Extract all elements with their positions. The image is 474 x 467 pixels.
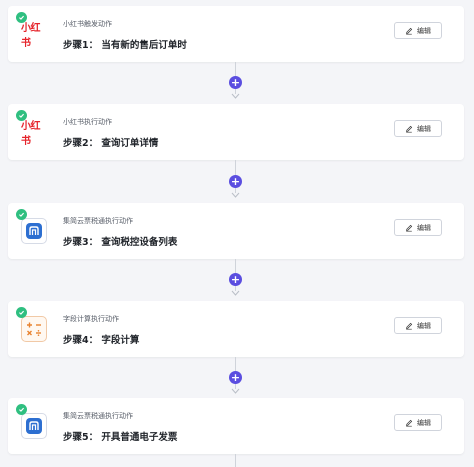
xiaohongshu-logo: 小红书 (21, 121, 41, 147)
step-card-1[interactable]: 小红书 小红书触发动作 步骤1： 当有新的售后订单时 编辑 (8, 6, 464, 62)
calculator-logo (21, 316, 47, 342)
add-step-button[interactable]: + (229, 175, 242, 188)
add-step-button[interactable]: + (229, 273, 242, 286)
edit-label: 编辑 (417, 321, 431, 330)
check-icon (16, 12, 27, 23)
arrow-down-icon (231, 290, 240, 296)
connector-line (235, 259, 236, 273)
check-icon (16, 307, 27, 318)
edit-button[interactable]: 编辑 (394, 22, 442, 39)
pencil-icon (406, 125, 413, 133)
step-subtitle: 小红书触发动作 (63, 20, 112, 28)
step-title: 步骤5： 开具普通电子发票 (63, 432, 178, 443)
add-step-button[interactable]: + (229, 76, 242, 89)
connector-line (235, 454, 236, 467)
edit-button[interactable]: 编辑 (394, 120, 442, 137)
step-card-5[interactable]: 集简云票税通执行动作 步骤5： 开具普通电子发票 编辑 (8, 398, 464, 454)
check-icon (16, 209, 27, 220)
jianyun-invoice-logo (21, 218, 47, 244)
edit-label: 编辑 (417, 418, 431, 427)
arrow-down-icon (231, 93, 240, 99)
step-card-2[interactable]: 小红书 小红书执行动作 步骤2： 查询订单详情 编辑 (8, 104, 464, 160)
connector-line (235, 160, 236, 175)
step-card-3[interactable]: 集简云票税通执行动作 步骤3： 查询税控设备列表 编辑 (8, 203, 464, 259)
step-subtitle: 小红书执行动作 (63, 118, 112, 126)
step-subtitle: 字段计算执行动作 (63, 315, 119, 323)
edit-label: 编辑 (417, 26, 431, 35)
pencil-icon (406, 224, 413, 232)
step-subtitle: 集简云票税通执行动作 (63, 412, 133, 420)
check-icon (16, 404, 27, 415)
connector-line (235, 62, 236, 76)
step-title: 步骤1： 当有新的售后订单时 (63, 40, 187, 51)
step-title: 步骤4： 字段计算 (63, 335, 140, 346)
pencil-icon (406, 27, 413, 35)
edit-label: 编辑 (417, 124, 431, 133)
edit-label: 编辑 (417, 223, 431, 232)
connector-line (235, 357, 236, 371)
step-subtitle: 集简云票税通执行动作 (63, 217, 133, 225)
step-title: 步骤2： 查询订单详情 (63, 138, 159, 149)
xiaohongshu-logo: 小红书 (21, 23, 41, 49)
edit-button[interactable]: 编辑 (394, 414, 442, 431)
add-step-button[interactable]: + (229, 371, 242, 384)
jianyun-invoice-logo (21, 413, 47, 439)
check-icon (16, 110, 27, 121)
arrow-down-icon (231, 192, 240, 198)
pencil-icon (406, 419, 413, 427)
arrow-down-icon (231, 388, 240, 394)
step-title: 步骤3： 查询税控设备列表 (63, 237, 178, 248)
edit-button[interactable]: 编辑 (394, 219, 442, 236)
edit-button[interactable]: 编辑 (394, 317, 442, 334)
pencil-icon (406, 322, 413, 330)
step-card-4[interactable]: 字段计算执行动作 步骤4： 字段计算 编辑 (8, 301, 464, 357)
